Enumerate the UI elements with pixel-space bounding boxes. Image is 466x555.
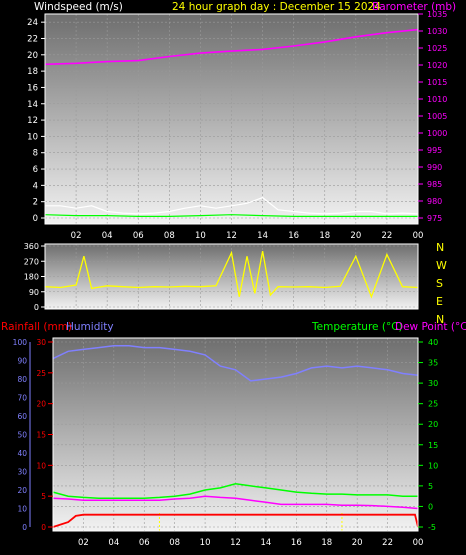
hour-tick-label: 08	[169, 538, 180, 548]
humidity-tick-label: 0	[22, 523, 27, 532]
humidity-tick-label: 60	[17, 412, 27, 421]
hour-tick-label: 20	[352, 538, 363, 548]
humidity-axis-title: Humidity	[66, 321, 114, 333]
compass-label: N	[436, 241, 444, 254]
humidity-tick-label: 10	[17, 505, 27, 514]
wind-barometer-panel: 0246810121416182022249759809859909951000…	[27, 10, 447, 241]
humidity-tick-label: 100	[13, 338, 28, 347]
humidity-tick-label: 30	[17, 468, 27, 477]
barometer-tick-label: 975	[427, 214, 442, 223]
hour-tick-label: 12	[230, 538, 241, 548]
hour-tick-label: 14	[257, 231, 268, 241]
hour-tick-label: 06	[139, 538, 150, 548]
hour-tick-label: 04	[102, 231, 113, 241]
hour-tick-label: 14	[261, 538, 272, 548]
compass-label: E	[436, 295, 443, 308]
barometer-tick-label: 1005	[427, 112, 447, 121]
wind-tick-label: 4	[33, 181, 38, 191]
temperature-tick-label: 40	[428, 338, 438, 347]
hour-tick-label: 10	[195, 231, 206, 241]
hour-tick-label: 20	[350, 231, 361, 241]
hour-tick-label: 16	[288, 231, 299, 241]
humidity-tick-label: 40	[17, 449, 27, 458]
wind-tick-label: 18	[27, 67, 38, 77]
chart-title: 24 hour graph day : December 15 2024	[172, 1, 381, 13]
hour-tick-label: 16	[291, 538, 302, 548]
rainfall-axis-title: Rainfall (mm)	[1, 321, 72, 333]
temperature-tick-label: 0	[428, 502, 433, 511]
direction-tick-label: 0	[34, 303, 39, 312]
barometer-tick-label: 995	[427, 146, 442, 155]
weather-graphs: Windspeed (m/s) 24 hour graph day : Dece…	[1, 1, 466, 548]
hour-tick-label: 00	[413, 538, 424, 548]
wind-tick-label: 12	[27, 116, 38, 126]
direction-tick-label: 270	[24, 257, 39, 266]
barometer-tick-label: 1030	[427, 27, 447, 36]
hour-tick-label: 04	[108, 538, 119, 548]
temperature-tick-label: 30	[428, 379, 438, 388]
humidity-tick-label: 90	[17, 357, 27, 366]
barometer-tick-label: 985	[427, 180, 442, 189]
hour-tick-label: 02	[71, 231, 82, 241]
barometer-tick-label: 1035	[427, 10, 447, 19]
humidity-tick-label: 20	[17, 486, 27, 495]
barometer-tick-label: 980	[427, 197, 442, 206]
temperature-tick-label: 5	[428, 482, 433, 491]
wind-direction-panel: 0 90 180 270 360	[24, 242, 419, 312]
barometer-tick-label: 1020	[427, 61, 447, 70]
direction-tick-label: 180	[24, 273, 39, 282]
hour-tick-label: 06	[133, 231, 144, 241]
humidity-tick-label: 80	[17, 375, 27, 384]
wind-tick-label: 6	[33, 165, 38, 175]
panel-2-axes: 0 90 180 270 360	[24, 242, 45, 312]
temperature-tick-label: 25	[428, 400, 438, 409]
compass-label: W	[436, 259, 447, 272]
wind-tick-label: 8	[33, 149, 38, 159]
hour-tick-label: 18	[321, 538, 332, 548]
hour-tick-label: 00	[413, 231, 424, 241]
rainfall-tick-label: 10	[36, 461, 46, 470]
wind-tick-label: 14	[27, 100, 38, 110]
temperature-tick-label: 10	[428, 461, 438, 470]
compass-label: S	[436, 277, 443, 290]
hour-tick-label: 12	[226, 231, 237, 241]
hour-tick-label: 08	[164, 231, 175, 241]
direction-tick-label: 90	[29, 288, 39, 297]
wind-tick-label: 2	[33, 198, 38, 208]
wind-tick-label: 0	[33, 214, 38, 224]
hour-tick-label: 18	[319, 231, 330, 241]
wind-tick-label: 16	[27, 83, 38, 93]
temperature-humidity-panel: 0102030405060708090100051015202530-50510…	[13, 337, 438, 548]
wind-tick-label: 20	[27, 51, 38, 61]
humidity-tick-label: 70	[17, 394, 27, 403]
wind-axis-title: Windspeed (m/s)	[34, 1, 123, 13]
compass-labels: N W S E N	[436, 241, 447, 326]
rainfall-tick-label: 20	[36, 400, 46, 409]
rainfall-tick-label: 0	[41, 523, 46, 532]
hour-tick-label: 02	[78, 538, 89, 548]
barometer-tick-label: 1025	[427, 44, 447, 53]
rainfall-tick-label: 30	[36, 338, 46, 347]
temperature-tick-label: 20	[428, 420, 438, 429]
barometer-tick-label: 1015	[427, 78, 447, 87]
wind-tick-label: 10	[27, 132, 38, 142]
rainfall-tick-label: 25	[36, 369, 46, 378]
barometer-tick-label: 990	[427, 163, 442, 172]
barometer-tick-label: 1010	[427, 95, 447, 104]
temperature-axis-title: Temperature (°C)	[311, 321, 403, 333]
temperature-tick-label: 35	[428, 359, 438, 368]
rainfall-tick-label: 5	[41, 492, 46, 501]
rainfall-tick-label: 15	[36, 431, 46, 440]
wind-tick-label: 22	[27, 34, 38, 44]
hour-tick-label: 22	[382, 538, 393, 548]
direction-tick-label: 360	[24, 242, 39, 251]
wind-tick-label: 24	[27, 18, 38, 28]
hour-tick-label: 22	[382, 231, 393, 241]
temperature-tick-label: 15	[428, 441, 438, 450]
temperature-tick-label: -5	[428, 523, 436, 532]
hour-tick-label: 10	[200, 538, 211, 548]
humidity-tick-label: 50	[17, 431, 27, 440]
dewpoint-axis-title: Dew Point (°C)	[395, 321, 466, 333]
barometer-tick-label: 1000	[427, 129, 447, 138]
